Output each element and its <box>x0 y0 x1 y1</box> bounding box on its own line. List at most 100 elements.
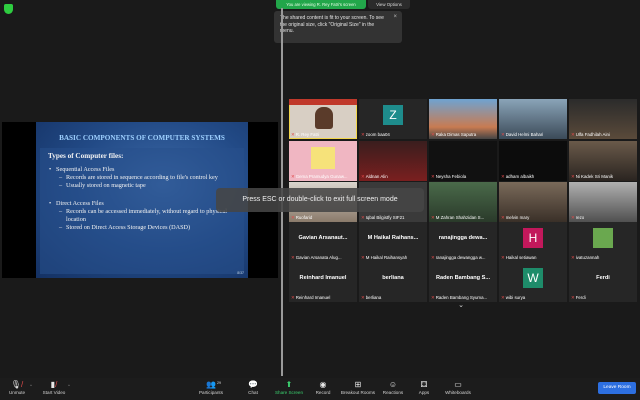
participant-name-large: Reinhard Imanuel <box>299 275 347 281</box>
participants-count: 29 <box>217 381 221 385</box>
avatar: W <box>523 268 543 288</box>
video-options-caret[interactable]: ^ <box>68 383 70 388</box>
whiteboards-button[interactable]: ▭ Whiteboards <box>442 380 474 398</box>
video-tile[interactable]: ✕adham albaikh <box>499 141 567 181</box>
video-tile[interactable]: ✕ivatuzannah <box>569 222 637 262</box>
participant-name: ✕Iqbal Bilgistfy SIF21 <box>361 215 405 220</box>
video-tile[interactable]: ✕melvin mary <box>499 182 567 222</box>
video-tile[interactable]: Reinhard Imanuel ✕Reinhard Imanuel <box>289 262 357 302</box>
unmute-button[interactable]: 🎙/ Unmute <box>4 380 30 398</box>
participant-name: ✕Gema Pramudya Gunaw... <box>291 174 348 179</box>
share-screen-button[interactable]: ⬆ Share Screen <box>274 380 304 398</box>
video-tile[interactable]: ✕Neysha Febiola <box>429 141 497 181</box>
reactions-icon: ☺ <box>388 380 398 389</box>
view-options-button[interactable]: View Options <box>368 0 410 9</box>
participant-name: ✕Ni Kadek Sri Manik <box>571 174 614 179</box>
video-tile[interactable]: Gavian Arsanaut... ✕Gavian Arsanata Alug… <box>289 222 357 262</box>
participant-name-large: Gavian Arsanaut... <box>298 235 348 241</box>
participant-name: ✕berliana <box>361 295 382 300</box>
tooltip-text: The shared content is fit to your screen… <box>280 15 384 34</box>
participant-name: ✕rezo <box>571 215 585 220</box>
avatar: Z <box>383 105 403 125</box>
participants-icon: 👥 <box>206 380 216 389</box>
whiteboards-icon: ▭ <box>454 380 462 389</box>
start-video-button[interactable]: ▮/ Start Video <box>40 380 68 398</box>
video-tile[interactable]: ✕David Helmi Bahari <box>499 99 567 139</box>
participant-name: ✕Reinhard Imanuel <box>291 295 331 300</box>
record-icon: ◉ <box>319 380 327 389</box>
participant-name: ✕Ferdi <box>571 295 586 300</box>
participant-name-large: M Haikal Raihans... <box>367 235 419 241</box>
chat-button[interactable]: 💬 Chat <box>242 380 264 398</box>
reactions-button[interactable]: ☺ Reactions <box>380 380 406 398</box>
video-tile[interactable]: Ferdi ✕Ferdi <box>569 262 637 302</box>
participant-name-large: Raden Bambang S... <box>435 275 491 281</box>
audio-options-caret[interactable]: ^ <box>30 383 32 388</box>
viewing-banner: You are viewing R. Rey Fatri's screen <box>276 0 366 9</box>
video-tile[interactable]: ✕Gema Pramudya Gunaw... <box>289 141 357 181</box>
participant-name: ✕Ulfa Fadhilah Aini <box>571 132 610 137</box>
slide-subbullet: Records are stored in sequence according… <box>48 174 238 182</box>
slide-body: Types of Computer files: Sequential Acce… <box>48 152 238 232</box>
participant-name: ✕ivatuzannah <box>571 255 600 260</box>
record-button[interactable]: ◉ Record <box>312 380 334 398</box>
participant-name: ✕Haikal setiawan <box>501 255 537 260</box>
leave-room-button[interactable]: Leave Room <box>598 382 636 394</box>
participant-name-large: berliana <box>382 275 404 281</box>
participant-name-large: ranajingga dewa... <box>438 235 488 241</box>
slide-page-number: 8/37 <box>237 271 244 275</box>
slide-subbullet: Stored on Direct Access Storage Devices … <box>48 224 238 232</box>
slide-heading: Types of Computer files: <box>48 152 124 160</box>
video-tile[interactable]: ✕Raka Dimas Saputra <box>429 99 497 139</box>
participant-name: ✕wibi surya <box>501 295 526 300</box>
fullscreen-exit-message: Press ESC or double-click to exit full s… <box>216 188 424 212</box>
slide-subbullet: Records can be accessed immediately, wit… <box>48 208 238 224</box>
video-tile[interactable]: ✕Ni Kadek Sri Manik <box>569 141 637 181</box>
mic-off-icon: 🎙/ <box>10 380 24 389</box>
video-tile[interactable]: ranajingga dewa... ✕ranajingga dewangga … <box>429 222 497 262</box>
participant-name: ✕melvin mary <box>501 215 530 220</box>
video-tile[interactable]: ✕Aldnan Alin <box>359 141 427 181</box>
participant-name: ✕R. Rey Fatri <box>291 132 320 137</box>
slide-bullet: Sequential Access Files <box>48 166 238 174</box>
participant-name: ✕adham albaikh <box>501 174 535 179</box>
video-tile[interactable]: ✕R. Rey Fatri <box>289 99 357 139</box>
participant-name: ✕Raden Bambang Syuma... <box>431 295 488 300</box>
video-tile[interactable]: W ✕wibi surya <box>499 262 567 302</box>
video-tile[interactable]: ✕M Zahran Shahzidan S... <box>429 182 497 222</box>
chevron-down-icon[interactable]: ⌄ <box>454 302 468 310</box>
apps-icon: ⚃ <box>420 380 428 389</box>
participant-name: ✕Raka Dimas Saputra <box>431 132 477 137</box>
participant-name: ✕M Zahran Shahzidan S... <box>431 215 485 220</box>
chat-icon: 💬 <box>248 380 258 389</box>
video-tile[interactable]: Raden Bambang S... ✕Raden Bambang Syuma.… <box>429 262 497 302</box>
avatar: H <box>523 228 543 248</box>
apps-button[interactable]: ⚃ Apps <box>414 380 434 398</box>
participant-name-large: Ferdi <box>596 275 610 281</box>
breakout-rooms-button[interactable]: ⊞ Breakout Rooms <box>340 380 376 398</box>
participant-name: ✕ranajingga dewangga w... <box>431 255 486 260</box>
participant-name: ✕David Helmi Bahari <box>501 132 544 137</box>
video-tile[interactable]: M Haikal Raihans... ✕M Haikal Raihansyah <box>359 222 427 262</box>
participants-button[interactable]: 👥 Participants <box>196 380 226 398</box>
video-tile[interactable]: H ✕Haikal setiawan <box>499 222 567 262</box>
meeting-toolbar: 🎙/ Unmute ^ ▮/ Start Video ^ 👥 Participa… <box>0 378 640 400</box>
shield-icon[interactable] <box>4 4 13 14</box>
participant-name: ✕Aldnan Alin <box>361 174 388 179</box>
close-icon[interactable]: × <box>393 14 397 21</box>
fit-screen-tooltip: The shared content is fit to your screen… <box>274 11 402 43</box>
participant-name: ✕Ruofarid <box>291 215 313 220</box>
video-tile[interactable]: Z ✕zoom baa04 <box>359 99 427 139</box>
video-off-icon: ▮/ <box>50 380 58 389</box>
participant-name: ✕zoom baa04 <box>361 132 390 137</box>
avatar <box>593 228 613 248</box>
slide-bullet: Direct Access Files <box>48 200 238 208</box>
video-tile[interactable]: ✕rezo <box>569 182 637 222</box>
video-tile[interactable]: ✕Ulfa Fadhilah Aini <box>569 99 637 139</box>
video-tile[interactable]: berliana ✕berliana <box>359 262 427 302</box>
participant-name: ✕Neysha Febiola <box>431 174 467 179</box>
share-screen-icon: ⬆ <box>285 380 293 389</box>
participant-name: ✕Gavian Arsanata Alug... <box>291 255 342 260</box>
slide-title: BASIC COMPONENTS OF COMPUTER SYSTEMS <box>59 134 225 142</box>
slide-subbullet: Usually stored on magnetic tape <box>48 182 238 190</box>
